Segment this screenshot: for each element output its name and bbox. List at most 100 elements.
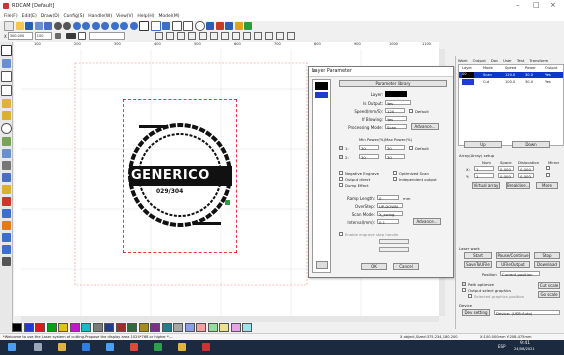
ufile-output-button[interactable]: UFileOutput [496,261,530,268]
monitor-icon[interactable] [225,22,233,30]
interval-input[interactable]: 0.1 [377,219,399,225]
zoom-all-icon[interactable] [120,22,128,30]
settings2-icon[interactable] [63,22,71,30]
curve-icon[interactable] [162,22,170,30]
color-swatch[interactable] [230,322,241,332]
ungroup-icon[interactable] [287,32,296,40]
color-swatch[interactable] [46,322,57,332]
mirror-v-icon[interactable] [77,32,86,40]
color-swatch[interactable] [104,322,114,332]
power2-checkbox[interactable] [339,155,343,159]
color-swatch[interactable] [115,322,126,332]
weld-tool-icon[interactable] [1,209,11,218]
zoom-select-icon[interactable] [110,22,119,30]
group-icon[interactable] [276,32,285,40]
color-swatch[interactable] [161,322,172,332]
color-swatch[interactable] [242,322,252,332]
curve-tool-icon[interactable] [1,99,11,108]
bitmap-icon[interactable] [215,22,224,30]
start-button[interactable]: Start [464,252,492,259]
settings-icon[interactable] [53,22,62,30]
power2-min-input[interactable]: 30 [359,154,379,160]
open-folder-icon[interactable] [15,22,24,30]
lock-ratio-icon[interactable] [54,33,61,39]
tab-test[interactable]: Test [517,58,524,63]
speed-default-checkbox[interactable] [409,109,413,113]
color-swatch[interactable] [150,322,160,332]
array-y-num[interactable]: 1 [474,173,494,179]
array-y-mirror-checkbox[interactable] [546,173,550,177]
zoom-page-icon[interactable] [101,22,109,30]
delete-tool-icon[interactable] [1,197,11,206]
advance2-button[interactable]: Advance... [413,218,441,225]
menu-handle[interactable]: Handle(W) [88,14,112,19]
output-select-checkbox[interactable] [462,288,466,292]
distribute-h-icon[interactable] [254,32,263,40]
store-icon[interactable] [106,343,114,351]
app-icon-green[interactable] [154,343,162,351]
save-to-ufile-button[interactable]: SaveToUFile [464,261,492,268]
x-scale-input[interactable]: 100 [34,32,52,40]
processing-mode-select[interactable]: Scan [385,124,407,130]
rect-icon[interactable] [183,21,193,31]
breakline-button[interactable]: Breakline... [506,182,530,189]
menu-config[interactable]: Config(S) [63,14,84,19]
x-position-input[interactable]: 300.000 [7,32,33,40]
color-swatch[interactable] [184,322,195,332]
array-x-mirror-checkbox[interactable] [546,166,550,170]
selected-pos-checkbox[interactable] [468,294,472,298]
same-size-icon[interactable] [243,32,252,40]
independent-output-checkbox[interactable] [393,177,397,181]
start-menu-icon[interactable] [8,343,16,351]
clock-date[interactable]: 24/08/2021 [514,347,535,351]
polyline-icon[interactable] [0,85,12,96]
color-swatch[interactable] [58,322,68,332]
text-icon[interactable] [206,22,214,30]
pause-continue-button[interactable]: Pause/Continue [496,252,530,259]
dump-effect-checkbox[interactable] [339,183,343,187]
scan-mode-select[interactable]: X_swing [377,211,403,217]
color-swatch[interactable] [207,322,218,332]
array-tool-icon[interactable] [1,173,11,182]
minimize-button[interactable]: – [516,1,520,9]
pointer-icon[interactable] [0,45,12,56]
array-x-space[interactable]: 0.000 [498,166,514,172]
color-swatch[interactable] [35,322,45,332]
color-swatch[interactable] [219,322,229,332]
search-icon[interactable] [34,343,42,351]
dialog-layer-list[interactable] [312,79,331,273]
align-center-icon[interactable] [199,32,208,40]
color-swatch[interactable] [127,322,137,332]
speed-input[interactable]: 120 [385,108,405,114]
ellipse-icon[interactable] [194,21,205,31]
path-optimize-checkbox[interactable] [462,282,466,286]
rdworks-taskbar-icon[interactable] [202,343,210,351]
if-blowing-select[interactable]: Yes [385,116,407,122]
dialog-close-button[interactable]: × [312,69,450,74]
select-icon[interactable] [139,21,149,31]
same-height-icon[interactable] [232,32,241,40]
text-tool-icon[interactable] [1,137,11,146]
more-button[interactable]: More [536,182,558,189]
overstep-select[interactable]: UP-DOWN [377,203,403,209]
tab-work[interactable]: Work [458,58,468,63]
advance-button[interactable]: Advance... [411,123,439,130]
rect-tool-icon[interactable] [1,111,11,120]
measure-tool-icon[interactable] [1,257,11,266]
tab-transform[interactable]: Transform [529,58,548,63]
parameter-library-button[interactable]: Parameter library [339,80,447,87]
negative-engrave-checkbox[interactable] [339,171,343,175]
same-width-icon[interactable] [221,32,230,40]
file-explorer-icon[interactable] [58,343,66,351]
edge-icon[interactable] [82,343,90,351]
anchor-handle[interactable] [225,200,230,205]
power1-min-input[interactable]: 30 [359,145,379,151]
align-bottom-icon[interactable] [188,32,197,40]
warning-tool-icon[interactable] [1,221,11,230]
color-swatch[interactable] [12,322,22,332]
new-file-icon[interactable] [4,21,14,31]
circle-tool-icon[interactable] [0,123,12,134]
export-icon[interactable] [44,22,52,30]
color-swatch[interactable] [81,322,91,332]
grid-tool-icon[interactable] [1,161,11,170]
